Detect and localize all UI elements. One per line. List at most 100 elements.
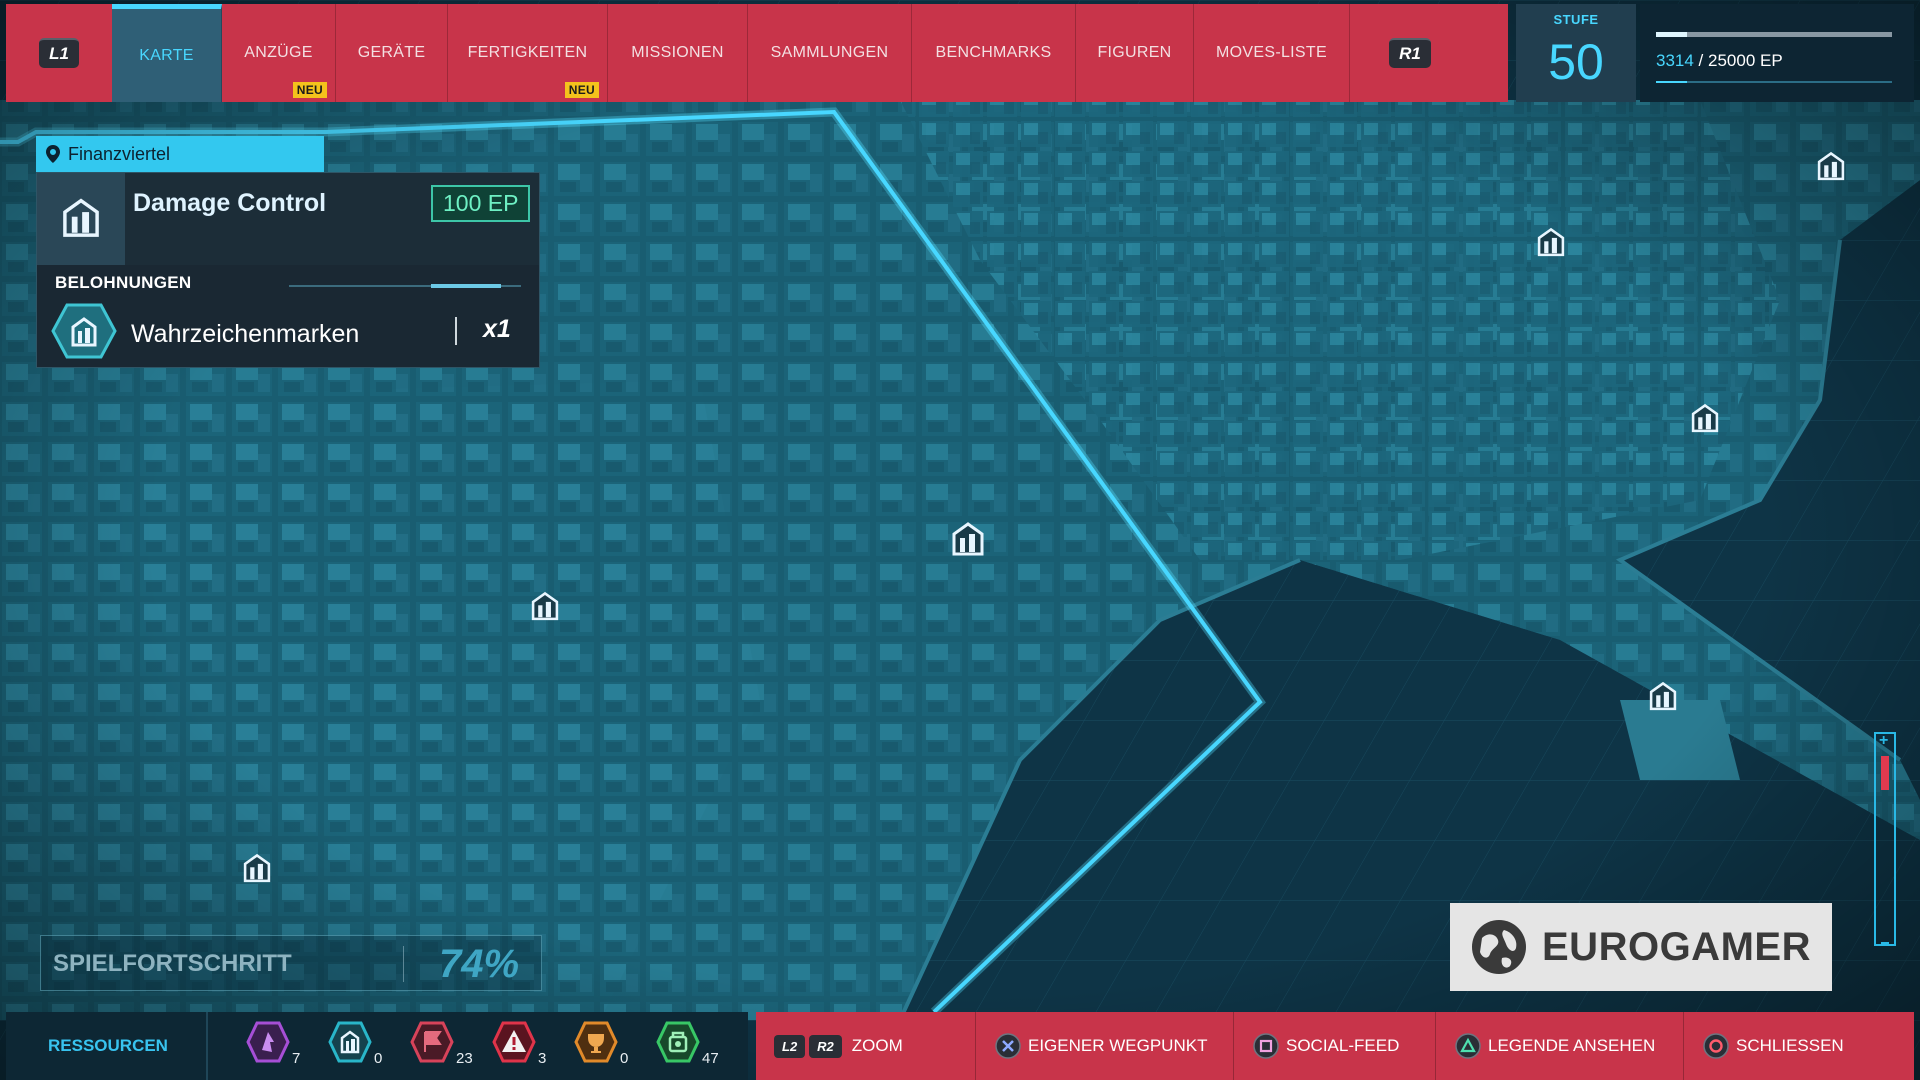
- tab-fertigkeiten[interactable]: FERTIGKEITEN NEU: [448, 4, 608, 102]
- l2-key: L2: [774, 1034, 806, 1058]
- resource-count: 0: [374, 1050, 383, 1067]
- resource-count: 7: [292, 1050, 301, 1067]
- xp-display: 3314 / 25000 EP: [1640, 4, 1914, 102]
- level-label: STUFE: [1553, 12, 1599, 27]
- zoom-minus-icon: [1881, 942, 1889, 944]
- legend-control[interactable]: LEGENDE ANSEHEN: [1436, 1012, 1684, 1080]
- research-token-icon: [246, 1021, 290, 1063]
- l1-label: L1: [39, 38, 79, 68]
- menu-tab-bar: L1 KARTE ANZÜGE NEU GERÄTE FERTIGKEITEN …: [6, 4, 1508, 102]
- resources-separator: [206, 1012, 208, 1080]
- landmark-icon: [531, 591, 559, 621]
- tab-figuren[interactable]: FIGUREN: [1076, 4, 1194, 102]
- landmark-icon: [1691, 403, 1719, 433]
- location-pin-icon: [46, 145, 60, 163]
- progress-value: 74%: [439, 942, 520, 986]
- tab-label: GERÄTE: [357, 44, 426, 61]
- landmark-token-badge: [51, 301, 117, 366]
- cross-button-icon: [994, 1032, 1022, 1060]
- landmark-icon: [63, 198, 99, 237]
- landmark-marker[interactable]: [528, 590, 562, 629]
- district-name: Finanzviertel: [68, 143, 171, 164]
- landmark-marker[interactable]: [1646, 680, 1680, 719]
- resource-backpack-token: 23: [410, 1020, 486, 1074]
- tab-label: KARTE: [139, 46, 194, 64]
- landmark-marker[interactable]: [1814, 150, 1848, 189]
- tab-label: MISSIONEN: [631, 44, 724, 61]
- xp-current: 3314: [1656, 51, 1694, 70]
- square-button-icon: [1252, 1032, 1280, 1060]
- map-screen: { "top_bar": { "left_trigger": "L1", "ri…: [0, 0, 1920, 1080]
- tab-benchmarks[interactable]: BENCHMARKS: [912, 4, 1076, 102]
- new-badge: NEU: [564, 82, 599, 98]
- landmark-icon-box: [37, 173, 125, 265]
- district-label: Finanzviertel: [36, 136, 324, 172]
- resources-bar: RESSOURCEN 7 0 23 3 0 47: [6, 1012, 748, 1080]
- landmark-marker[interactable]: [948, 520, 988, 565]
- landmark-marker[interactable]: [1534, 226, 1568, 265]
- landmark-info-panel: Damage Control 100 EP BELOHNUNGEN Wahrze…: [36, 172, 540, 368]
- tab-karte[interactable]: KARTE: [112, 4, 222, 102]
- crime-token-icon: [492, 1021, 536, 1063]
- xp-underline: [1656, 81, 1892, 83]
- zoom-slider-handle[interactable]: [1881, 756, 1889, 790]
- landmark-icon: [1817, 151, 1845, 181]
- xp-progress-fill: [1656, 32, 1688, 37]
- zoom-slider[interactable]: +: [1874, 732, 1896, 946]
- zoom-control[interactable]: L2 R2 ZOOM: [756, 1012, 976, 1080]
- landmark-icon: [1537, 227, 1565, 257]
- control-label: ZOOM: [851, 1036, 903, 1055]
- r1-button[interactable]: R1: [1350, 4, 1470, 102]
- r2-key: R2: [809, 1034, 842, 1058]
- progress-divider: [403, 946, 404, 982]
- landmark-icon: [243, 853, 271, 883]
- challenge-token-icon: [574, 1021, 618, 1063]
- tab-missionen[interactable]: MISSIONEN: [608, 4, 748, 102]
- social-feed-control[interactable]: SOCIAL-FEED: [1234, 1012, 1436, 1080]
- base-token-icon: [656, 1021, 700, 1063]
- tab-label: BENCHMARKS: [935, 44, 1052, 61]
- landmark-marker[interactable]: [1688, 402, 1722, 441]
- reward-divider: [455, 317, 457, 345]
- control-label: SCHLIESSEN: [1736, 1036, 1844, 1055]
- tab-label: FIGUREN: [1097, 44, 1172, 61]
- tab-moves-liste[interactable]: MOVES-LISTE: [1194, 4, 1350, 102]
- level-value: 50: [1548, 34, 1604, 90]
- reward-name: Wahrzeichenmarken: [131, 320, 360, 348]
- xp-progress-bar: [1656, 32, 1892, 37]
- tab-label: MOVES-LISTE: [1216, 44, 1327, 61]
- resource-count: 0: [620, 1050, 629, 1067]
- xp-text: 3314 / 25000 EP: [1656, 51, 1783, 71]
- resource-landmark-token: 0: [328, 1020, 404, 1074]
- zoom-plus-icon: +: [1879, 732, 1889, 749]
- l1-button[interactable]: L1: [6, 4, 112, 102]
- resource-research-token: 7: [246, 1020, 322, 1074]
- tab-anzuege[interactable]: ANZÜGE NEU: [222, 4, 336, 102]
- resource-count: 3: [538, 1050, 547, 1067]
- landmark-icon: [1649, 681, 1677, 711]
- eurogamer-watermark: EUROGAMER: [1450, 903, 1832, 991]
- r1-label: R1: [1389, 38, 1431, 68]
- landmark-token-icon: [328, 1021, 372, 1063]
- resource-challenge-token: 0: [574, 1020, 650, 1074]
- tab-sammlungen[interactable]: SAMMLUNGEN: [748, 4, 912, 102]
- game-progress: SPIELFORTSCHRITT 74%: [40, 935, 542, 991]
- landmark-title: Damage Control: [133, 189, 327, 217]
- landmark-icon: [952, 522, 984, 556]
- xp-underline-fill: [1656, 81, 1688, 83]
- backpack-token-icon: [410, 1021, 454, 1063]
- triangle-button-icon: [1454, 1032, 1482, 1060]
- close-control[interactable]: SCHLIESSEN: [1684, 1012, 1884, 1080]
- resource-base-token: 47: [656, 1020, 732, 1074]
- control-label: EIGENER WEGPUNKT: [1028, 1036, 1208, 1055]
- ep-reward-badge: 100 EP: [431, 185, 531, 222]
- tab-geraete[interactable]: GERÄTE: [336, 4, 448, 102]
- reward-quantity: x1: [483, 315, 511, 343]
- landmark-marker[interactable]: [240, 852, 274, 891]
- new-badge: NEU: [292, 82, 327, 98]
- progress-label: SPIELFORTSCHRITT: [53, 950, 292, 977]
- rewards-divider: [289, 284, 521, 288]
- xp-total: / 25000 EP: [1693, 51, 1783, 70]
- rewards-heading: BELOHNUNGEN: [55, 273, 192, 292]
- waypoint-control[interactable]: EIGENER WEGPUNKT: [976, 1012, 1234, 1080]
